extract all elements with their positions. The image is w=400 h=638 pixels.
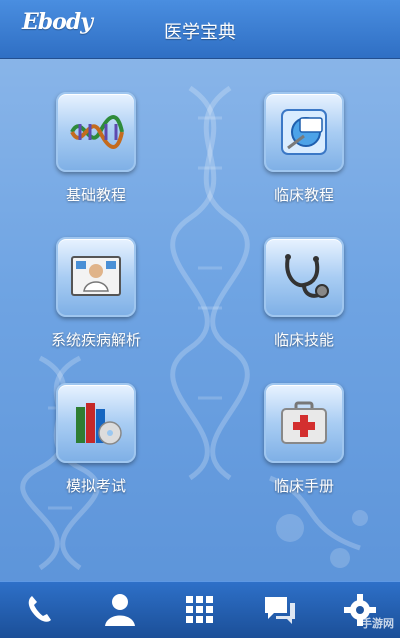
user-button[interactable] xyxy=(90,582,150,638)
doctor-presentation-icon xyxy=(71,256,121,296)
menu-item-basic-course[interactable]: 基础教程 xyxy=(16,92,176,205)
phone-icon xyxy=(28,596,51,622)
menu-item-clinical-skills[interactable]: 临床技能 xyxy=(224,237,384,350)
chat-button[interactable] xyxy=(250,582,310,638)
menu-item-system-diseases[interactable]: 系统疾病解析 xyxy=(16,237,176,350)
menu-item-clinical-course[interactable]: 临床教程 xyxy=(224,92,384,205)
basic-course-tile[interactable] xyxy=(56,92,136,172)
bottom-navigation-bar xyxy=(0,581,400,638)
clinical-tablet-icon xyxy=(281,109,327,155)
first-aid-kit-icon xyxy=(281,401,327,444)
clinical-skills-tile[interactable] xyxy=(264,237,344,317)
menu-label: 系统疾病解析 xyxy=(50,331,141,349)
chat-icon xyxy=(265,597,295,624)
menu-label: 临床教程 xyxy=(273,186,334,204)
clinical-course-tile[interactable] xyxy=(264,92,344,172)
books-cd-icon xyxy=(76,403,122,445)
clinical-handbook-tile[interactable] xyxy=(264,383,344,463)
dna-icon xyxy=(70,115,124,149)
phone-button[interactable] xyxy=(10,582,70,638)
menu-item-clinical-handbook[interactable]: 临床手册 xyxy=(224,383,384,496)
system-diseases-tile[interactable] xyxy=(56,237,136,317)
grid-menu-button[interactable] xyxy=(170,582,230,638)
menu-label: 临床技能 xyxy=(273,331,334,349)
menu-item-mock-exam[interactable]: 模拟考试 xyxy=(16,383,176,496)
app-header: Ebody 医学宝典 xyxy=(0,0,400,59)
stethoscope-icon xyxy=(285,254,329,298)
watermark-text: 手游网 xyxy=(361,617,394,630)
menu-label: 临床手册 xyxy=(273,477,334,495)
grid-icon xyxy=(186,596,213,623)
menu-label: 基础教程 xyxy=(65,186,126,204)
mock-exam-tile[interactable] xyxy=(56,383,136,463)
menu-label: 模拟考试 xyxy=(65,477,126,495)
user-icon xyxy=(105,594,135,626)
page-title: 医学宝典 xyxy=(164,22,236,43)
